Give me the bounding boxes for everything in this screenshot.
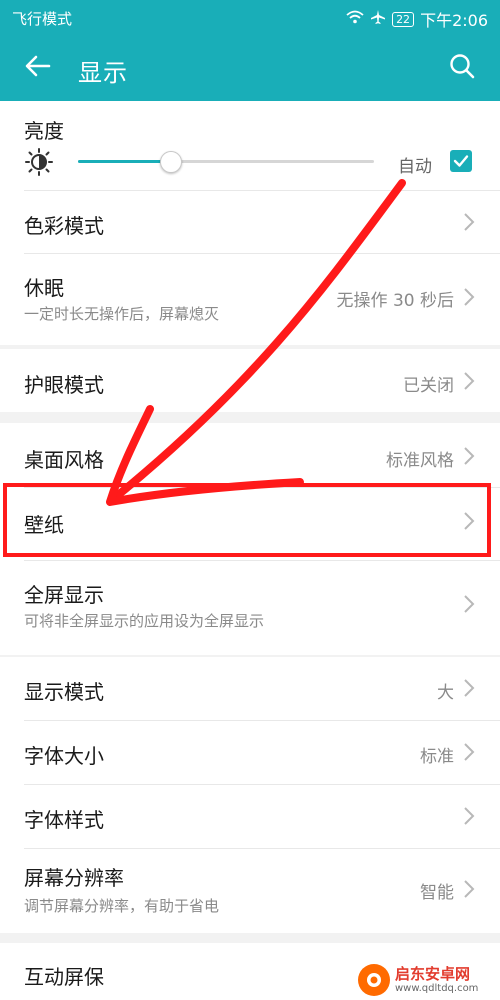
row-display-mode[interactable]: 显示模式 大	[0, 657, 500, 720]
brightness-slider-thumb[interactable]	[159, 151, 182, 173]
row-sleep[interactable]: 休眠 一定时长无操作后，屏幕熄灭 无操作 30 秒后	[0, 253, 500, 345]
back-button[interactable]	[18, 46, 58, 86]
chevron-right-icon	[464, 743, 475, 761]
check-icon	[453, 155, 469, 167]
search-button[interactable]	[442, 46, 482, 86]
status-time: 下午2:06	[420, 11, 488, 30]
watermark-name: 启东安卓网	[395, 964, 471, 983]
desktop-style-value: 标准风格	[386, 451, 454, 471]
desktop-style-label: 桌面风格	[24, 448, 104, 472]
battery-icon: 22	[392, 11, 415, 27]
display-mode-value: 大	[437, 683, 454, 703]
app-bar: 显示	[0, 36, 500, 101]
font-style-label: 字体样式	[24, 808, 104, 832]
status-airplane-mode-text: 飞行模式	[12, 10, 73, 28]
airplane-icon	[370, 9, 386, 29]
chevron-right-icon	[464, 372, 475, 390]
interactive-screensaver-label: 互动屏保	[24, 965, 104, 989]
chevron-right-icon	[464, 679, 475, 697]
row-font-style[interactable]: 字体样式	[0, 784, 500, 848]
search-icon	[450, 54, 475, 79]
font-size-label: 字体大小	[24, 744, 104, 768]
row-wallpaper[interactable]: 壁纸	[0, 487, 500, 555]
watermark-text: 启东安卓网 www.qdltdq.com	[395, 964, 479, 995]
watermark-url: www.qdltdq.com	[395, 982, 479, 994]
resolution-value: 智能	[420, 883, 454, 903]
chevron-right-icon	[464, 288, 475, 306]
row-resolution[interactable]: 屏幕分辨率 调节屏幕分辨率，有助于省电 智能	[0, 848, 500, 933]
display-mode-label: 显示模式	[24, 680, 104, 704]
row-full-screen[interactable]: 全屏显示 可将非全屏显示的应用设为全屏显示	[0, 560, 500, 655]
auto-brightness-checkbox[interactable]	[450, 150, 472, 172]
full-screen-description: 可将非全屏显示的应用设为全屏显示	[24, 612, 265, 630]
watermark: 启东安卓网 www.qdltdq.com	[358, 960, 494, 1000]
resolution-description: 调节屏幕分辨率，有助于省电	[24, 897, 220, 915]
watermark-logo-icon	[358, 964, 390, 996]
page-title: 显示	[78, 59, 128, 87]
row-desktop-style[interactable]: 桌面风格 标准风格	[0, 423, 500, 487]
full-screen-label: 全屏显示	[24, 583, 104, 607]
row-font-size[interactable]: 字体大小 标准	[0, 720, 500, 784]
chevron-right-icon	[464, 213, 475, 231]
chevron-right-icon	[464, 512, 475, 530]
wallpaper-label: 壁纸	[24, 513, 64, 537]
sleep-label: 休眠	[24, 276, 64, 300]
sleep-value: 无操作 30 秒后	[336, 291, 454, 311]
arrow-left-icon	[25, 55, 51, 77]
auto-brightness-label: 自动	[398, 157, 432, 177]
chevron-right-icon	[464, 447, 475, 465]
brightness-slider-fill	[78, 160, 170, 163]
color-mode-label: 色彩模式	[24, 214, 104, 238]
status-icons: 22 下午2:06	[346, 7, 488, 31]
wifi-icon	[346, 10, 364, 28]
brightness-label: 亮度	[24, 119, 64, 143]
chevron-right-icon	[464, 880, 475, 898]
chevron-right-icon	[464, 595, 475, 613]
resolution-label: 屏幕分辨率	[24, 866, 124, 890]
brightness-slider[interactable]	[78, 151, 374, 173]
eye-comfort-label: 护眼模式	[24, 373, 104, 397]
chevron-right-icon	[464, 807, 475, 825]
font-size-value: 标准	[420, 747, 454, 767]
row-eye-comfort[interactable]: 护眼模式 已关闭	[0, 349, 500, 412]
brightness-sun-icon	[24, 147, 54, 181]
eye-comfort-value: 已关闭	[403, 376, 454, 396]
sleep-description: 一定时长无操作后，屏幕熄灭	[24, 305, 220, 323]
top-bar: 飞行模式 22 下午2:06 显示	[0, 0, 500, 101]
status-bar: 飞行模式 22 下午2:06	[0, 0, 500, 36]
row-color-mode[interactable]: 色彩模式	[0, 190, 500, 253]
